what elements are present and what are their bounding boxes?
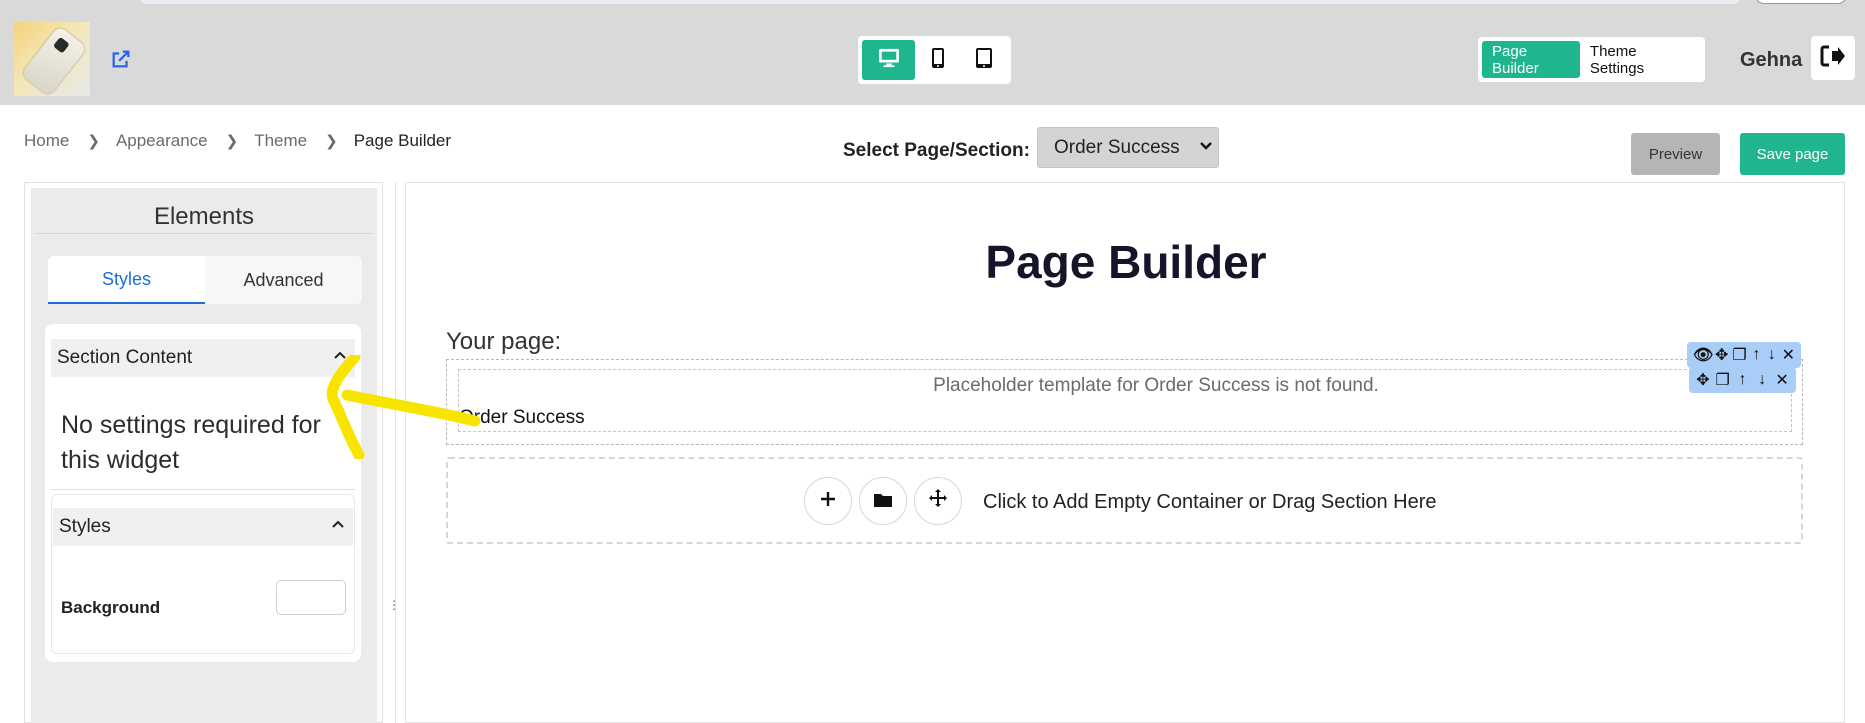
styles-accordion[interactable]: Styles bbox=[53, 508, 353, 546]
page-select-dropdown[interactable]: Order Success bbox=[1037, 127, 1219, 168]
page-title: Page Builder bbox=[985, 236, 1267, 288]
builder-canvas: Page Builder Your page: Placeholder temp… bbox=[405, 182, 1845, 723]
chevron-up-icon[interactable] bbox=[333, 347, 347, 365]
breadcrumb-appearance[interactable]: Appearance bbox=[116, 131, 208, 151]
external-link-icon[interactable] bbox=[110, 48, 136, 74]
add-container-button[interactable] bbox=[804, 477, 852, 525]
chevron-up-icon[interactable] bbox=[331, 516, 345, 534]
mode-switcher: Page Builder Theme Settings bbox=[1478, 37, 1705, 82]
element-toolbar: ✥ ❐ ↑ ↓ ✕ bbox=[1689, 367, 1796, 393]
plus-icon bbox=[819, 488, 837, 514]
background-color-picker[interactable] bbox=[276, 580, 346, 615]
save-page-button[interactable]: Save page bbox=[1740, 133, 1845, 175]
move-icon bbox=[928, 488, 948, 514]
breadcrumb-current: Page Builder bbox=[353, 131, 452, 150]
browser-chrome bbox=[0, 0, 1865, 12]
address-bar[interactable] bbox=[140, 0, 1740, 4]
elements-title: Elements bbox=[153, 203, 255, 230]
divider bbox=[51, 489, 355, 490]
move-icon[interactable]: ✥ bbox=[1715, 345, 1728, 365]
styles-title: Styles bbox=[59, 516, 111, 537]
desktop-icon bbox=[878, 48, 900, 73]
add-container-text: Click to Add Empty Container or Drag Sec… bbox=[983, 491, 1437, 513]
breadcrumb: Home ❯ Appearance ❯ Theme ❯ Page Builder bbox=[24, 131, 451, 151]
elements-panel: Elements Styles Advanced Section Content… bbox=[31, 188, 377, 723]
device-switcher bbox=[858, 36, 1011, 84]
chevron-down-icon bbox=[1200, 138, 1212, 154]
settings-card: Section Content No settings required for… bbox=[45, 324, 361, 662]
logout-icon bbox=[1820, 44, 1846, 73]
user-name: Gehna bbox=[1740, 49, 1803, 71]
page-builder-tab[interactable]: Page Builder bbox=[1482, 41, 1580, 78]
preview-button[interactable]: Preview bbox=[1631, 133, 1720, 175]
section-toolbar: 👁 ✥ ❐ ↑ ↓ ✕ bbox=[1687, 342, 1801, 368]
tablet-view-button[interactable] bbox=[961, 40, 1007, 80]
phone-product-logo bbox=[20, 25, 88, 96]
chevron-right-icon: ❯ bbox=[325, 133, 338, 150]
open-template-button[interactable] bbox=[859, 477, 907, 525]
copy-icon[interactable]: ❐ bbox=[1715, 370, 1731, 390]
arrow-down-icon[interactable]: ↓ bbox=[1754, 371, 1770, 389]
tab-advanced[interactable]: Advanced bbox=[205, 256, 362, 304]
close-icon[interactable]: ✕ bbox=[1782, 345, 1795, 365]
chevron-right-icon: ❯ bbox=[87, 133, 100, 150]
eye-icon[interactable]: 👁 bbox=[1693, 345, 1713, 365]
breadcrumb-theme[interactable]: Theme bbox=[254, 131, 307, 151]
panel-divider bbox=[395, 182, 396, 723]
page-select-value: Order Success bbox=[1054, 136, 1180, 158]
copy-icon[interactable]: ❐ bbox=[1732, 345, 1746, 365]
mobile-view-button[interactable] bbox=[915, 40, 961, 80]
move-icon[interactable]: ✥ bbox=[1695, 370, 1711, 390]
no-settings-message: No settings required for this widget bbox=[61, 411, 321, 474]
logout-button[interactable] bbox=[1811, 36, 1855, 80]
store-logo[interactable] bbox=[14, 22, 90, 96]
placeholder-message: Placeholder template for Order Success i… bbox=[933, 375, 1379, 396]
breadcrumb-home[interactable]: Home bbox=[24, 131, 69, 151]
close-icon[interactable]: ✕ bbox=[1774, 370, 1790, 390]
arrow-up-icon[interactable]: ↑ bbox=[1751, 346, 1762, 364]
top-bar: Page Builder Theme Settings Gehna bbox=[0, 12, 1865, 105]
mobile-icon bbox=[931, 47, 945, 74]
page-select-label: Select Page/Section: bbox=[843, 140, 1030, 161]
folder-icon bbox=[873, 488, 893, 514]
arrow-down-icon[interactable]: ↓ bbox=[1766, 346, 1777, 364]
resize-handle-icon[interactable]: ⋮⋮ bbox=[388, 596, 412, 614]
tablet-icon bbox=[975, 47, 993, 74]
panel-tabs: Styles Advanced bbox=[48, 256, 362, 304]
desktop-view-button[interactable] bbox=[862, 40, 916, 80]
tab-styles[interactable]: Styles bbox=[48, 256, 205, 304]
arrow-up-icon[interactable]: ↑ bbox=[1735, 371, 1751, 389]
chevron-right-icon: ❯ bbox=[225, 133, 239, 150]
divider bbox=[35, 233, 373, 234]
section-content-title: Section Content bbox=[57, 347, 193, 368]
theme-settings-tab[interactable]: Theme Settings bbox=[1580, 41, 1701, 78]
your-page-label: Your page: bbox=[446, 328, 562, 355]
browser-button[interactable] bbox=[1755, 0, 1847, 4]
section-name: Order Success bbox=[459, 407, 585, 428]
section-content-accordion[interactable]: Section Content bbox=[51, 339, 355, 377]
background-label: Background bbox=[61, 598, 161, 617]
drag-section-button[interactable] bbox=[914, 477, 962, 525]
